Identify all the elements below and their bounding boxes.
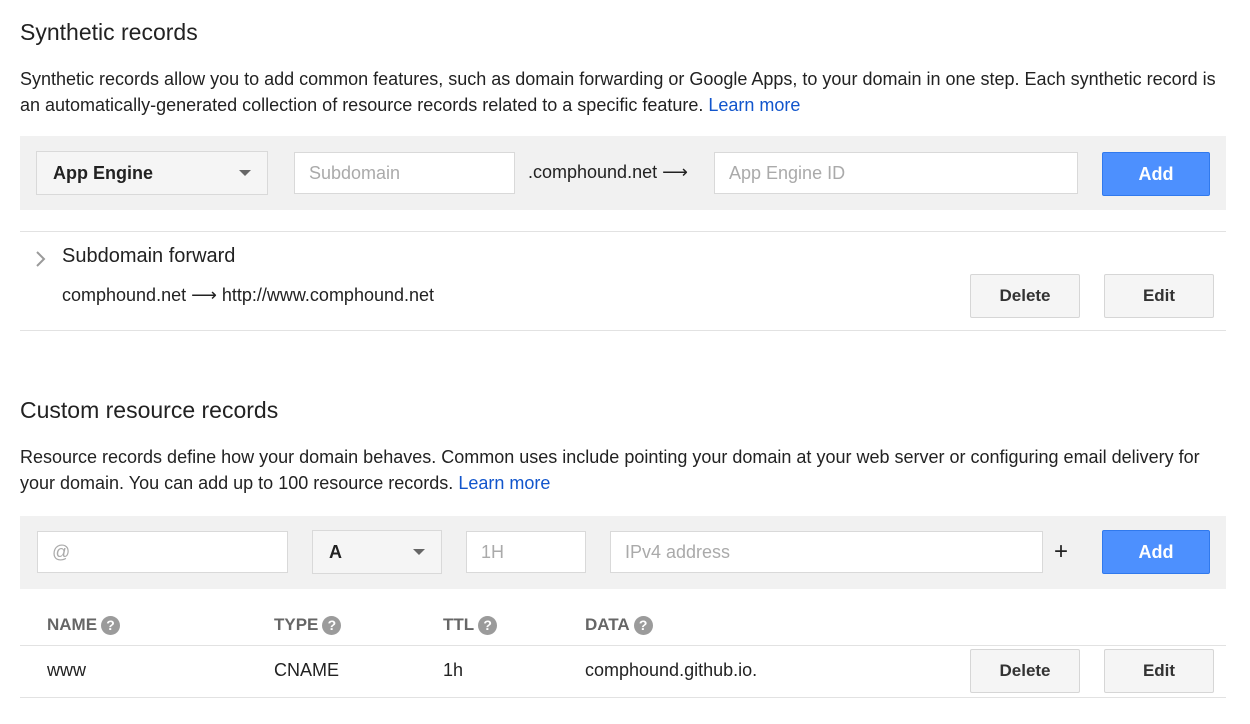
column-type-label: TYPE xyxy=(274,615,319,634)
subdomain-input[interactable]: Subdomain xyxy=(294,152,515,194)
column-header-data: DATA? xyxy=(585,615,653,635)
row-name-cell: www xyxy=(47,660,86,680)
record-edit-button[interactable]: Edit xyxy=(1104,649,1214,693)
custom-description-text: Resource records define how your domain … xyxy=(20,447,1200,493)
synthetic-description-text: Synthetic records allow you to add commo… xyxy=(20,69,1216,115)
subdomain-placeholder: Subdomain xyxy=(309,162,401,183)
column-header-name: NAME? xyxy=(47,615,121,635)
record-data-input[interactable]: IPv4 address xyxy=(610,531,1043,573)
chevron-down-icon xyxy=(413,549,425,555)
custom-learn-more-link[interactable]: Learn more xyxy=(458,473,550,493)
help-icon[interactable]: ? xyxy=(633,615,653,635)
synthetic-edit-button[interactable]: Edit xyxy=(1104,274,1214,318)
custom-records-title: Custom resource records xyxy=(20,397,279,423)
record-data-placeholder: IPv4 address xyxy=(625,541,731,562)
column-header-ttl: TTL? xyxy=(443,615,498,635)
help-icon[interactable]: ? xyxy=(322,615,342,635)
column-data-label: DATA xyxy=(585,615,630,634)
synthetic-type-select[interactable]: App Engine xyxy=(36,151,268,195)
chevron-down-icon xyxy=(239,170,251,176)
record-type-select[interactable]: A xyxy=(312,530,442,574)
column-name-label: NAME xyxy=(47,615,98,634)
record-name-placeholder: @ xyxy=(52,541,71,562)
row-type-cell: CNAME xyxy=(274,660,340,680)
record-delete-button[interactable]: Delete xyxy=(970,649,1080,693)
row-ttl-cell: 1h xyxy=(443,660,464,680)
synthetic-records-title: Synthetic records xyxy=(20,19,198,45)
column-header-type: TYPE? xyxy=(274,615,342,635)
divider xyxy=(20,330,1226,331)
synthetic-add-button[interactable]: Add xyxy=(1102,152,1210,196)
column-ttl-label: TTL xyxy=(443,615,475,634)
divider xyxy=(20,697,1226,698)
help-icon[interactable]: ? xyxy=(478,615,498,635)
add-more-data-icon[interactable]: + xyxy=(1054,538,1068,566)
help-icon[interactable]: ? xyxy=(101,615,121,635)
custom-add-button[interactable]: Add xyxy=(1102,530,1210,574)
record-name-input[interactable]: @ xyxy=(37,531,288,573)
chevron-right-icon[interactable] xyxy=(32,250,48,268)
ttl-input[interactable]: 1H xyxy=(466,531,586,573)
app-engine-id-input[interactable]: App Engine ID xyxy=(714,152,1078,194)
domain-suffix-label: .comphound.net ⟶ xyxy=(528,162,688,182)
custom-records-description: Resource records define how your domain … xyxy=(20,444,1220,496)
row-data-cell: comphound.github.io. xyxy=(585,660,758,680)
synthetic-records-description: Synthetic records allow you to add commo… xyxy=(20,66,1220,118)
synthetic-record-detail: comphound.net ⟶ http://www.comphound.net xyxy=(62,285,435,305)
synthetic-record-name: Subdomain forward xyxy=(62,245,236,267)
record-type-value: A xyxy=(329,541,342,562)
synthetic-type-value: App Engine xyxy=(53,162,153,183)
divider xyxy=(20,231,1226,232)
ttl-placeholder: 1H xyxy=(481,541,505,562)
synthetic-delete-button[interactable]: Delete xyxy=(970,274,1080,318)
app-engine-id-placeholder: App Engine ID xyxy=(729,162,846,183)
synthetic-learn-more-link[interactable]: Learn more xyxy=(708,95,800,115)
